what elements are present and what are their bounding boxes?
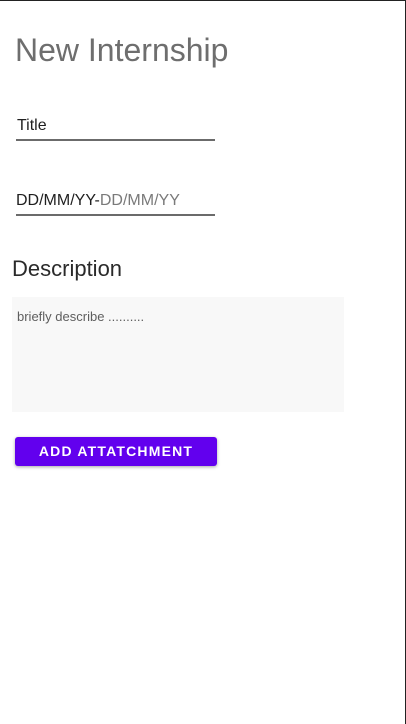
title-field[interactable]: Title [16,117,215,141]
description-textarea[interactable]: briefly describe .......... [12,297,344,412]
description-placeholder: briefly describe .......... [17,309,145,324]
date-field[interactable]: DD/MM/YY-DD/MM/YY [16,192,215,216]
add-attachment-button[interactable]: ADD ATTATCHMENT [15,437,217,466]
date-field-value: DD/MM/YY- [16,192,100,209]
date-field-placeholder: DD/MM/YY [99,192,180,209]
page-title: New Internship [15,32,229,68]
date-field-text: DD/MM/YY-DD/MM/YY [16,192,180,210]
description-label: Description [12,256,123,281]
title-field-value: Title [17,117,47,134]
